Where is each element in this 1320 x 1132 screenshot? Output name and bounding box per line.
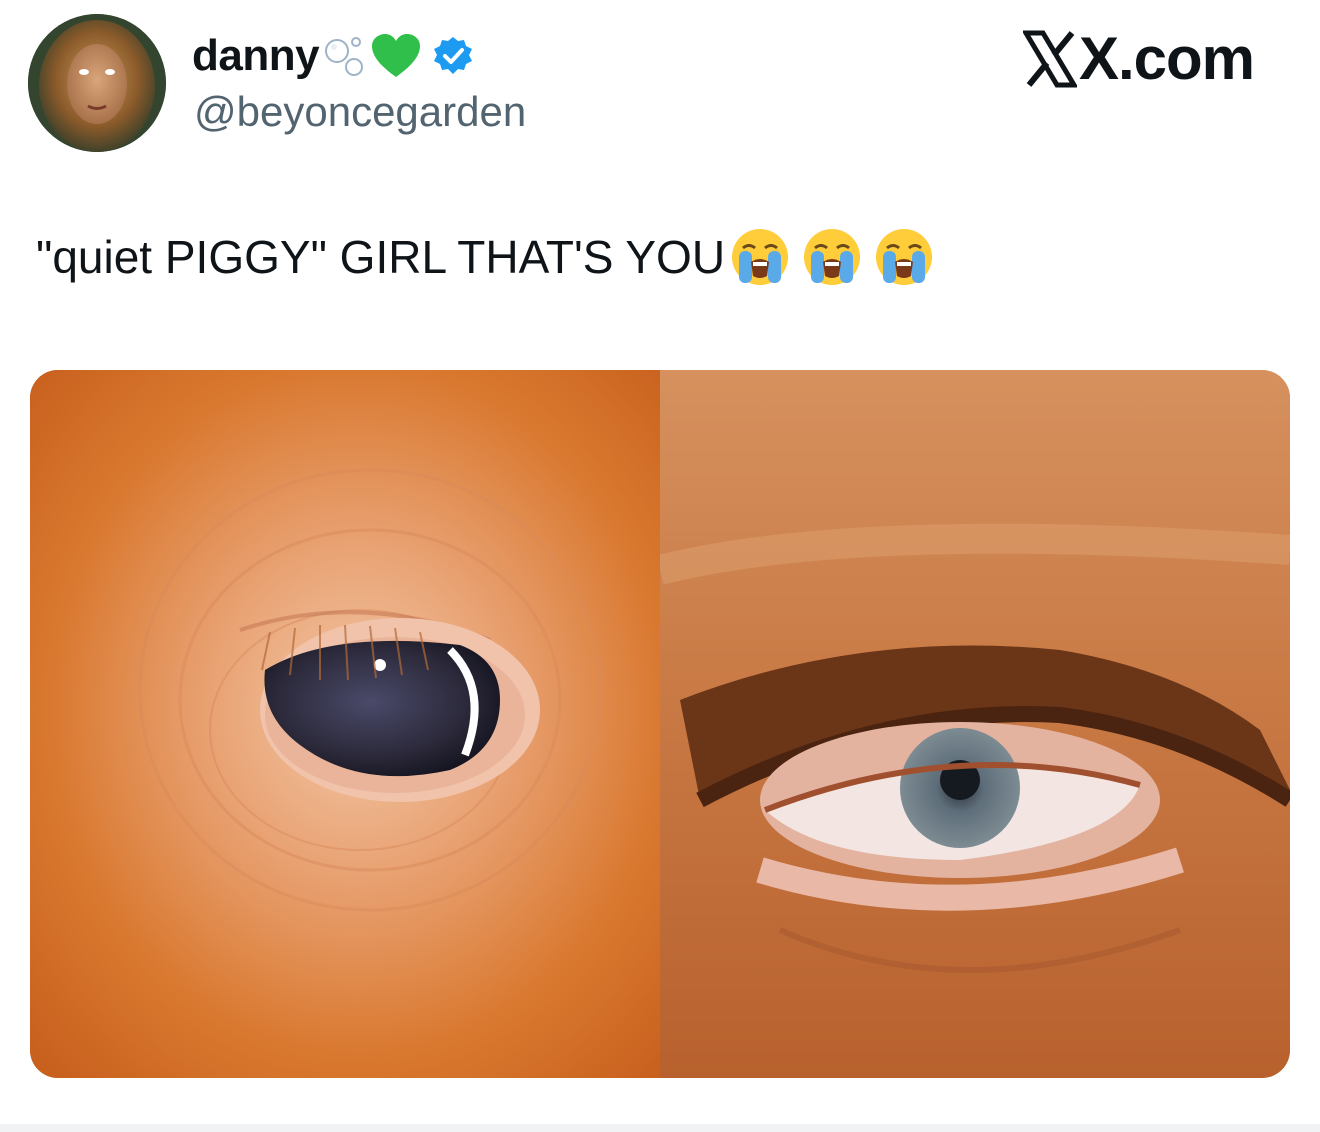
pig-eye-image[interactable]: [30, 370, 660, 1078]
bubbles-icon: [325, 37, 364, 76]
author-handle[interactable]: @beyoncegarden: [194, 88, 526, 136]
bottom-divider: [0, 1124, 1320, 1132]
loudly-crying-face-icon: [732, 229, 789, 285]
tweet-text: "quiet PIGGY" GIRL THAT'S YOU: [36, 226, 935, 288]
pig-eye-illustration: [30, 370, 660, 1078]
site-watermark: X.com: [1022, 24, 1255, 93]
site-watermark-text: X.com: [1078, 25, 1255, 92]
tweet-text-body: "quiet PIGGY" GIRL THAT'S YOU: [36, 231, 726, 283]
verified-badge-icon: [434, 37, 473, 74]
loudly-crying-face-icon: [876, 229, 933, 285]
profile-photo-icon: [28, 14, 166, 152]
display-name[interactable]: danny: [192, 31, 320, 81]
human-eye-image[interactable]: [660, 370, 1290, 1078]
loudly-crying-face-icon: [804, 229, 861, 285]
green-heart-icon: [372, 34, 421, 77]
avatar[interactable]: [28, 14, 166, 152]
x-logo-icon: [1022, 30, 1077, 87]
tweet-header: danny @beyoncegarden X.com: [0, 0, 1320, 170]
tweet-media[interactable]: [30, 370, 1290, 1078]
author-name-row: danny: [192, 28, 473, 84]
human-eye-illustration: [660, 370, 1290, 1078]
